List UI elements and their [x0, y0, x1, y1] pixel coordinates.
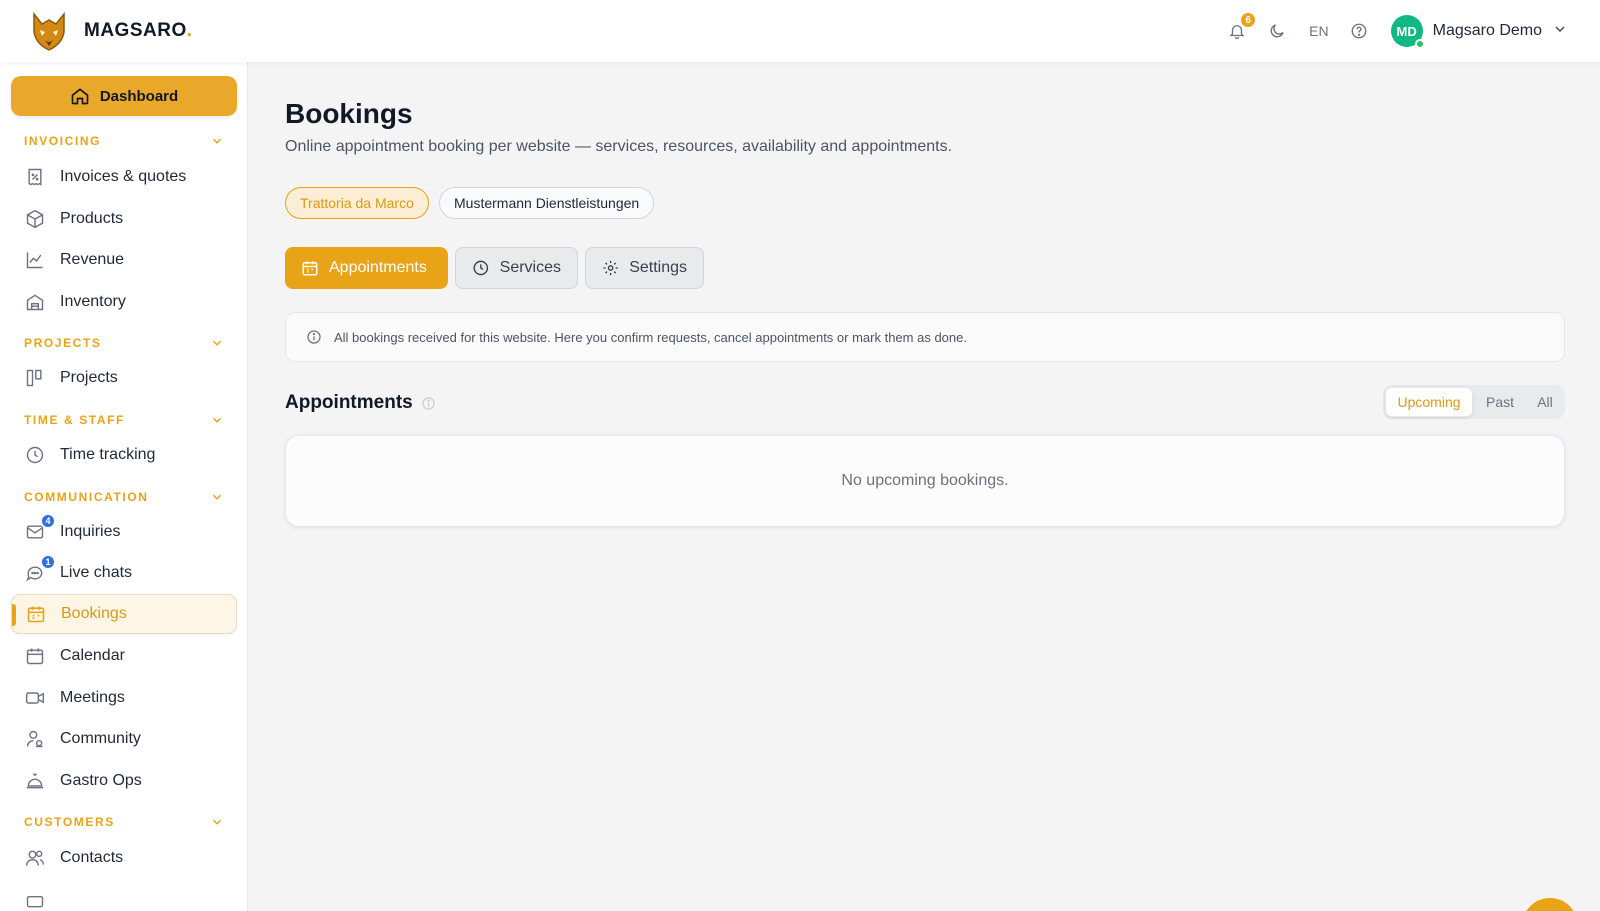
sidebar-item-projects[interactable]: Projects	[11, 358, 237, 398]
dark-mode-moon-icon[interactable]	[1267, 21, 1287, 41]
inquiries-count-badge: 4	[40, 513, 56, 529]
sidebar-item-partial[interactable]	[11, 880, 237, 911]
sidebar-item-community[interactable]: Community	[11, 719, 237, 759]
sidebar-item-products[interactable]: Products	[11, 199, 237, 239]
empty-state-card: No upcoming bookings.	[285, 435, 1565, 527]
gear-icon	[603, 260, 618, 276]
chevron-down-icon	[212, 819, 222, 825]
sidebar-item-invoices[interactable]: Invoices & quotes	[11, 157, 237, 197]
video-camera-icon	[24, 687, 46, 709]
sidebar-item-gastro-ops[interactable]: Gastro Ops	[11, 761, 237, 801]
info-banner: All bookings received for this website. …	[285, 312, 1565, 362]
top-bar: MAGSARO. 6 EN MD Magsaro Demo	[0, 0, 1600, 62]
calendar-icon	[24, 645, 46, 667]
page-subtitle: Online appointment booking per website —…	[285, 138, 953, 155]
sidebar-item-inquiries[interactable]: 4 Inquiries	[11, 512, 237, 552]
filter-past[interactable]: Past	[1473, 387, 1527, 417]
section-communication[interactable]: COMMUNICATION	[24, 490, 224, 504]
section-customers[interactable]: CUSTOMERS	[24, 815, 224, 829]
sidebar-item-bookings[interactable]: Bookings	[11, 594, 237, 634]
website-pill-mustermann[interactable]: Mustermann Dienstleistungen	[439, 187, 655, 219]
brand-logo[interactable]: MAGSARO.	[28, 10, 193, 52]
kanban-icon	[24, 367, 46, 389]
info-icon	[307, 330, 321, 344]
warehouse-icon	[24, 291, 46, 313]
section-invoicing[interactable]: INVOICING	[24, 134, 224, 148]
cloche-icon	[24, 770, 46, 792]
clock-icon	[24, 444, 46, 466]
sidebar-item-meetings[interactable]: Meetings	[11, 678, 237, 718]
brand-name: MAGSARO.	[84, 20, 193, 41]
sidebar: Dashboard INVOICING Invoices & quotes Pr…	[0, 62, 248, 911]
sidebar-item-time-tracking[interactable]: Time tracking	[11, 435, 237, 475]
online-status-dot	[1414, 39, 1425, 49]
sidebar-item-contacts[interactable]: Contacts	[11, 838, 237, 878]
appointments-heading: Appointments	[285, 392, 436, 414]
chevron-down-icon	[212, 417, 222, 423]
users-icon	[24, 847, 46, 869]
sidebar-item-live-chats[interactable]: 1 Live chats	[11, 553, 237, 593]
line-chart-icon	[24, 249, 46, 271]
main-content: Bookings Online appointment booking per …	[249, 62, 1600, 911]
chat-bubble-icon: 1	[24, 554, 56, 584]
section-time-staff[interactable]: TIME & STAFF	[24, 413, 224, 427]
box-icon	[24, 208, 46, 230]
folder-icon	[24, 889, 46, 911]
dashboard-button[interactable]: Dashboard	[11, 76, 237, 116]
live-chats-count-badge: 1	[40, 554, 56, 570]
user-avatar[interactable]: MD	[1390, 15, 1425, 49]
calendar-icon	[302, 261, 318, 276]
section-projects[interactable]: PROJECTS	[24, 336, 224, 350]
chevron-down-icon	[212, 494, 222, 500]
tab-services[interactable]: Services	[455, 247, 578, 289]
filter-all[interactable]: All	[1527, 387, 1563, 417]
website-pill-trattoria[interactable]: Trattoria da Marco	[285, 187, 429, 219]
sidebar-item-inventory[interactable]: Inventory	[11, 282, 237, 322]
receipt-icon	[24, 166, 46, 188]
tab-appointments[interactable]: Appointments	[285, 247, 448, 289]
clock-icon	[473, 260, 489, 276]
info-icon[interactable]	[421, 396, 436, 411]
wolf-logo-icon	[28, 10, 70, 52]
chevron-down-icon[interactable]	[1552, 21, 1568, 42]
chevron-down-icon	[212, 340, 222, 346]
help-icon[interactable]	[1349, 21, 1369, 41]
home-icon	[71, 88, 89, 105]
notifications-count-badge: 6	[1239, 11, 1258, 29]
filter-upcoming[interactable]: Upcoming	[1385, 387, 1473, 417]
chevron-down-icon	[212, 138, 222, 144]
user-name[interactable]: Magsaro Demo	[1433, 22, 1542, 40]
sidebar-item-revenue[interactable]: Revenue	[11, 240, 237, 280]
page-title: Bookings	[285, 98, 413, 129]
tab-settings[interactable]: Settings	[585, 247, 704, 289]
language-switcher[interactable]: EN	[1309, 23, 1328, 39]
appointments-filter: Upcoming Past All	[1383, 385, 1565, 419]
floating-action-button[interactable]	[1522, 898, 1578, 911]
notifications-bell-icon[interactable]: 6	[1227, 11, 1258, 41]
calendar-check-icon	[25, 603, 47, 625]
sidebar-item-calendar[interactable]: Calendar	[11, 636, 237, 676]
mail-icon: 4	[24, 513, 56, 543]
community-icon	[24, 728, 46, 750]
